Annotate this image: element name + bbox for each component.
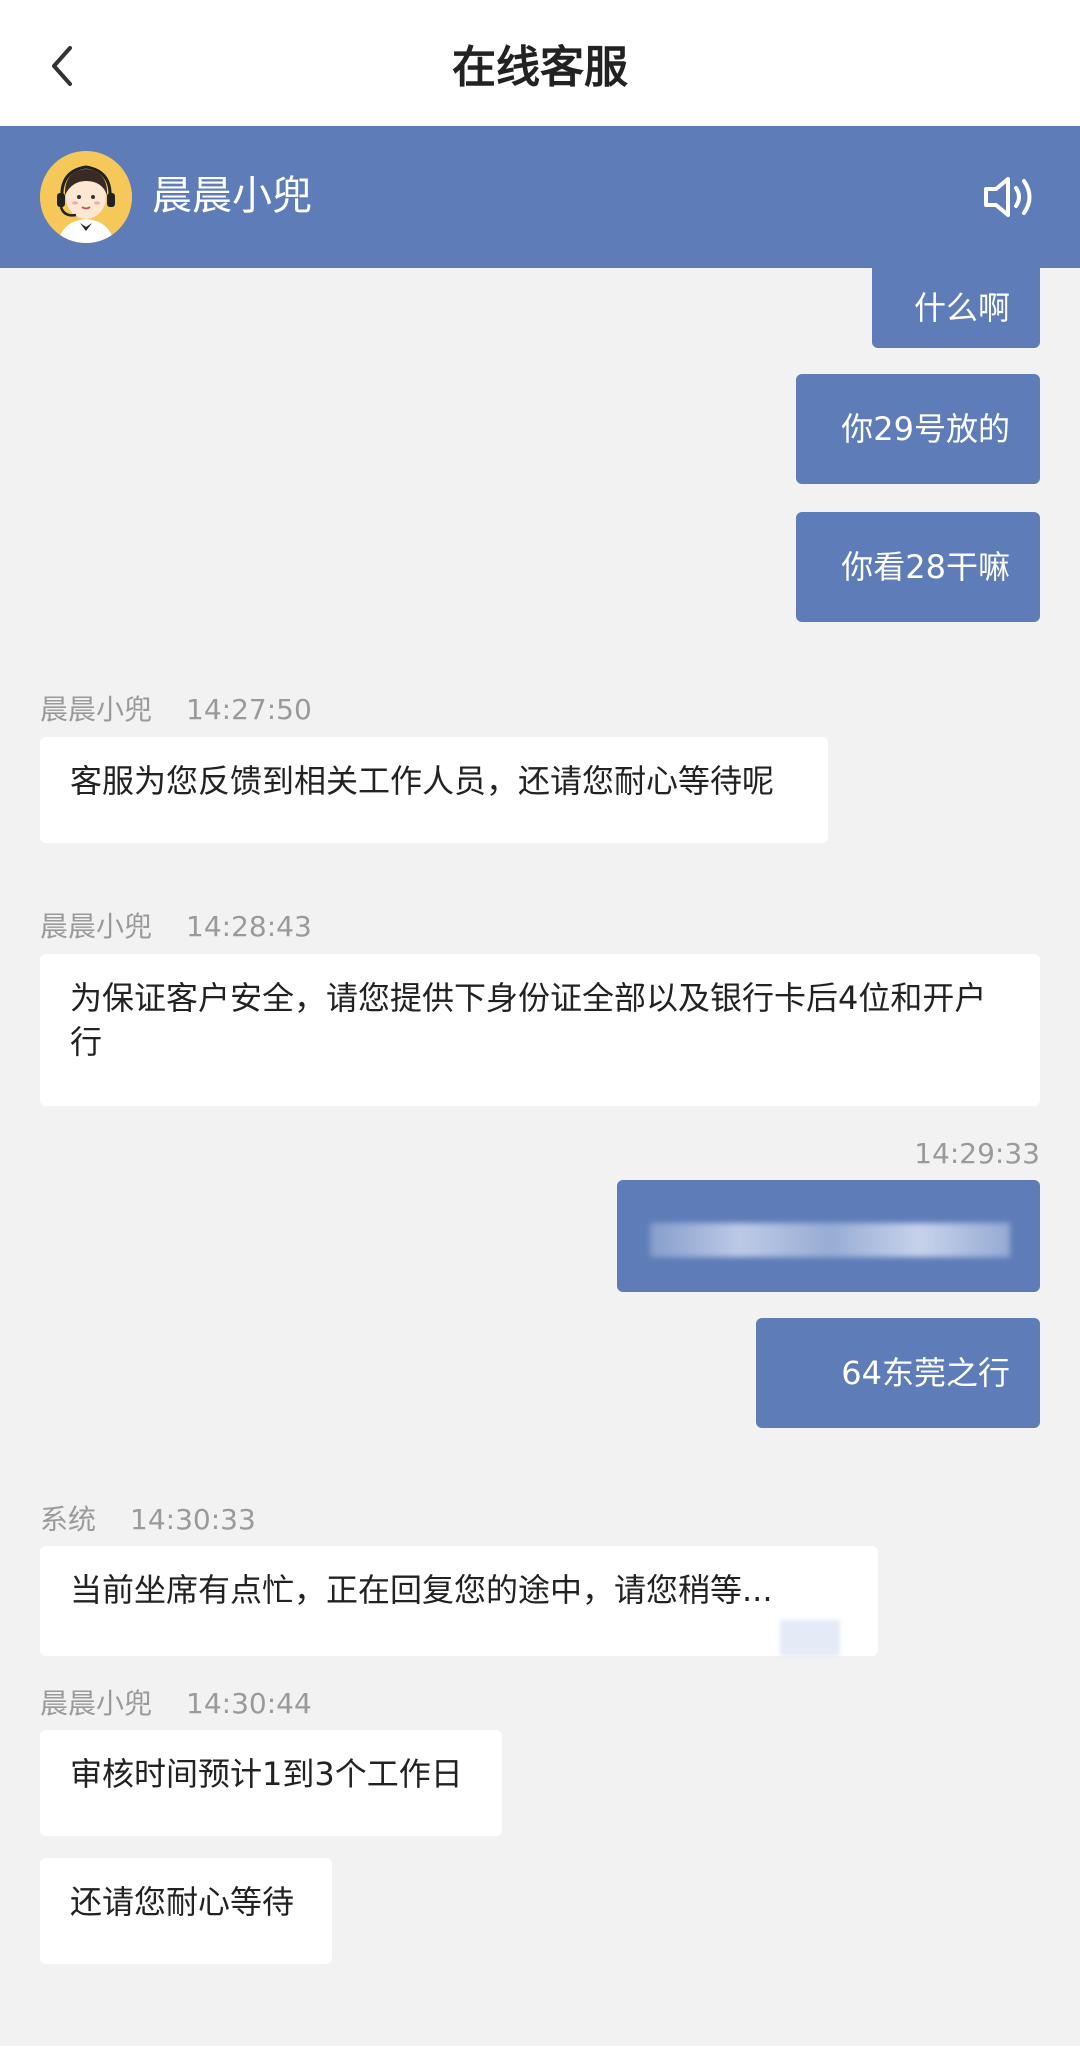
message-text: 你29号放的 — [841, 410, 1010, 448]
message-text: 你看28干嘛 — [841, 548, 1010, 586]
message-time: 14:27:50 — [186, 693, 312, 726]
agent-headset-avatar — [40, 151, 132, 243]
chat-page: 在线客服 晨晨小兜 什么啊 你29号放的 你看28干嘛 晨晨小兜 14:27:5… — [0, 0, 1080, 2046]
message-meta: 系统 14:30:33 — [40, 1502, 256, 1538]
outgoing-message[interactable]: 你29号放的 — [796, 374, 1040, 484]
message-time: 14:30:33 — [130, 1503, 256, 1536]
outgoing-message[interactable]: 64东莞之行 — [756, 1318, 1040, 1428]
message-text: 什么啊 — [913, 289, 1010, 327]
redaction-blur — [650, 1223, 1010, 1257]
message-time: 14:30:44 — [186, 1687, 312, 1720]
page-title: 在线客服 — [452, 42, 628, 93]
sender-name: 晨晨小兜 — [40, 910, 153, 943]
agent-name: 晨晨小兜 — [152, 173, 312, 219]
message-meta: 晨晨小兜 14:27:50 — [40, 692, 312, 728]
message-text: 还请您耐心等待 — [70, 1883, 295, 1921]
top-nav-bar: 在线客服 — [0, 0, 1080, 126]
outgoing-message[interactable]: 什么啊 — [872, 238, 1040, 348]
sender-name: 晨晨小兜 — [40, 693, 153, 726]
message-time: 14:28:43 — [186, 910, 312, 943]
message-text: 为保证客户安全，请您提供下身份证全部以及银行卡后4位和开户行 — [70, 979, 987, 1061]
incoming-message[interactable]: 客服为您反馈到相关工作人员，还请您耐心等待呢 — [40, 737, 828, 843]
message-text: 审核时间预计1到3个工作日 — [70, 1755, 463, 1793]
incoming-message[interactable]: 为保证客户安全，请您提供下身份证全部以及银行卡后4位和开户行 — [40, 954, 1040, 1106]
chat-message-list[interactable]: 什么啊 你29号放的 你看28干嘛 晨晨小兜 14:27:50 客服为您反馈到相关… — [0, 238, 1080, 2046]
message-time: 14:29:33 — [914, 1137, 1040, 1170]
message-text: 客服为您反馈到相关工作人员，还请您耐心等待呢 — [70, 762, 775, 800]
agent-avatar — [40, 151, 132, 243]
sender-name: 晨晨小兜 — [40, 1687, 153, 1720]
sender-name: 系统 — [40, 1503, 97, 1536]
incoming-message[interactable]: 还请您耐心等待 — [40, 1858, 332, 1964]
incoming-message[interactable]: 当前坐席有点忙，正在回复您的途中，请您稍等... — [40, 1546, 878, 1656]
message-meta: 晨晨小兜 14:28:43 — [40, 909, 312, 945]
sound-toggle-button[interactable] — [980, 172, 1040, 222]
speaker-icon — [984, 177, 1032, 217]
redaction-blur — [780, 1620, 840, 1656]
message-text: 64东莞之行 — [841, 1354, 1010, 1392]
incoming-message[interactable]: 审核时间预计1到3个工作日 — [40, 1730, 502, 1836]
message-text: 当前坐席有点忙，正在回复您的途中，请您稍等... — [70, 1571, 773, 1609]
message-meta: 晨晨小兜 14:30:44 — [40, 1686, 312, 1722]
outgoing-message[interactable]: 你看28干嘛 — [796, 512, 1040, 622]
